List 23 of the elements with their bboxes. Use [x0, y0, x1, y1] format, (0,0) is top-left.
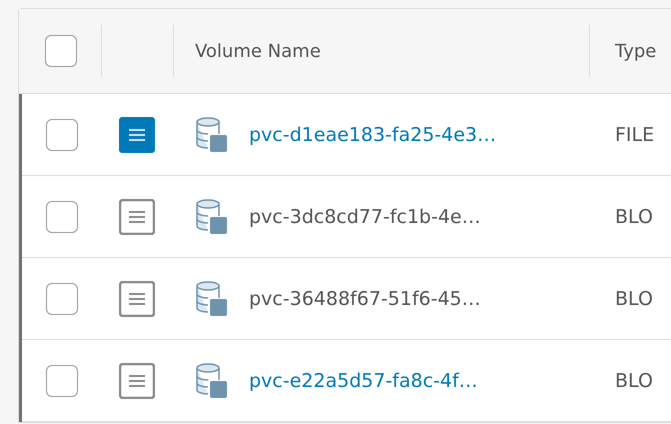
volume-type: BLO: [615, 206, 653, 228]
details-toggle-icon[interactable]: [119, 116, 155, 152]
checkbox[interactable]: [45, 35, 77, 67]
checkbox[interactable]: [46, 118, 78, 150]
volume-type: BLO: [615, 370, 653, 392]
checkbox[interactable]: [46, 364, 78, 396]
column-header[interactable]: Volume Name: [195, 40, 321, 62]
checkbox[interactable]: [46, 200, 78, 232]
volume-name: pvc-3dc8cd77-fc1b-4e…: [249, 206, 481, 228]
volume-type: BLO: [615, 288, 653, 310]
volume-name-link[interactable]: pvc-e22a5d57-fa8c-4f…: [249, 370, 478, 392]
details-toggle-icon[interactable]: [119, 362, 155, 398]
volume-name: pvc-36488f67-51f6-45…: [249, 288, 481, 310]
volume-type: FILE: [615, 124, 654, 146]
storage-volume-icon: [195, 280, 229, 316]
checkbox[interactable]: [46, 282, 78, 314]
storage-volume-icon: [195, 362, 229, 398]
column-header[interactable]: Type: [615, 40, 656, 62]
volume-name-link[interactable]: pvc-d1eae183-fa25-4e3…: [249, 124, 496, 146]
details-toggle-icon[interactable]: [119, 198, 155, 234]
storage-volume-icon: [195, 116, 229, 152]
details-toggle-icon[interactable]: [119, 280, 155, 316]
storage-volume-icon: [195, 198, 229, 234]
